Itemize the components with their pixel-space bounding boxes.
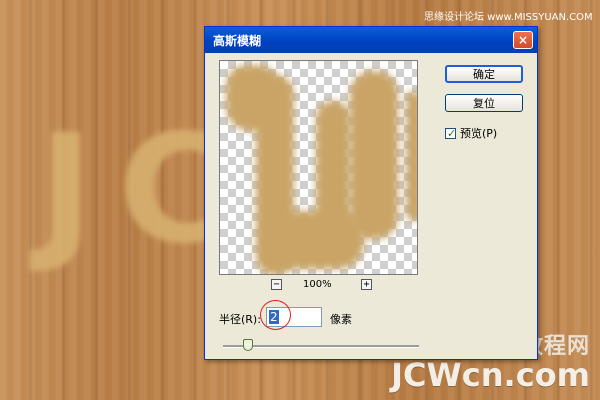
preview-letter-w-right	[350, 71, 398, 239]
radius-slider[interactable]	[223, 339, 423, 353]
close-icon: ×	[517, 33, 529, 47]
zoom-controls: − 100% +	[219, 277, 418, 297]
preview-checkbox[interactable]: ✓	[445, 126, 457, 140]
preview-pane[interactable]	[219, 60, 418, 275]
slider-thumb[interactable]	[243, 339, 253, 351]
check-icon: ✓	[447, 126, 457, 140]
letter-j: J	[38, 103, 94, 277]
dialog-title: 高斯模糊	[213, 33, 262, 48]
radius-unit: 像素	[330, 313, 352, 326]
preview-checkbox-row[interactable]: ✓ 预览(P)	[445, 125, 497, 141]
close-button[interactable]: ×	[513, 31, 533, 49]
zoom-in-button[interactable]: +	[361, 279, 372, 290]
dialog-titlebar[interactable]: 高斯模糊	[205, 27, 537, 53]
preview-letter-w-bottom	[264, 211, 364, 269]
watermark-top-right: 思缘设计论坛 www.MISSYUAN.COM	[424, 12, 593, 23]
preview-letter-edge	[406, 91, 417, 221]
zoom-out-button[interactable]: −	[271, 279, 282, 290]
radius-label: 半径(R):	[219, 313, 261, 326]
reset-button[interactable]: 复位	[445, 94, 523, 112]
ok-button[interactable]: 确定	[445, 65, 523, 83]
gaussian-blur-dialog: 高斯模糊 × − 100% + 确定 复位 ✓ 预览(P) 半径(R): 2 像…	[204, 26, 538, 360]
watermark-domain: JCWcn.com	[391, 356, 590, 394]
highlight-circle	[260, 300, 291, 330]
preview-checkbox-label: 预览(P)	[460, 127, 498, 140]
zoom-level: 100%	[303, 279, 332, 290]
